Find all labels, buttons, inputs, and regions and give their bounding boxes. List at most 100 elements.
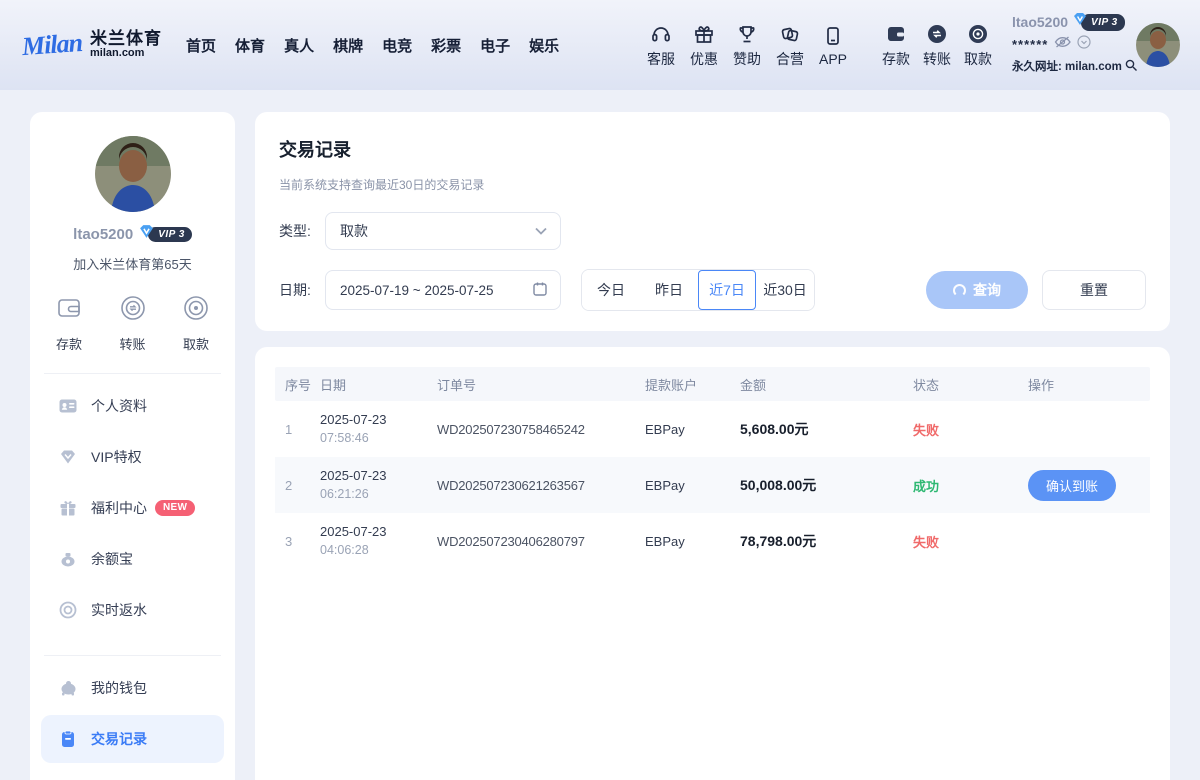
rebate-circle-icon — [58, 600, 78, 620]
magnifier-icon[interactable] — [1124, 57, 1138, 79]
deposit-button[interactable]: 存款 — [876, 22, 916, 69]
money-bag-icon — [58, 549, 78, 569]
new-badge: NEW — [155, 500, 195, 516]
sponsor-button[interactable]: 赞助 — [726, 22, 768, 69]
status-badge: 失败 — [913, 420, 1028, 439]
piggy-bank-icon — [58, 678, 78, 698]
row-time: 07:58:46 — [320, 429, 437, 447]
sidebar-item-vip[interactable]: VIP特权 — [30, 431, 235, 482]
logo-cn-text: 米兰体育 — [90, 30, 162, 48]
profile-vip-badge[interactable]: VIP 3 — [138, 224, 192, 245]
date-range-input[interactable]: 2025-07-19 ~ 2025-07-25 — [325, 270, 561, 310]
nav-lottery[interactable]: 彩票 — [431, 35, 461, 56]
nav-sports[interactable]: 体育 — [235, 35, 265, 56]
sidebar-item-bets[interactable]: 投注记录 — [30, 765, 235, 780]
page-title: 交易记录 — [279, 136, 1146, 162]
sidebar-item-wallet[interactable]: 我的钱包 — [30, 662, 235, 713]
query-button[interactable]: 查询 — [926, 271, 1028, 309]
sidebar: ltao5200 VIP 3 加入米兰体育第65天 存款 — [30, 112, 235, 780]
date-range-value: 2025-07-19 ~ 2025-07-25 — [340, 283, 494, 298]
user-avatar[interactable] — [1136, 23, 1180, 67]
nav-esports[interactable]: 电竞 — [382, 35, 412, 56]
sidebar-deposit-button[interactable]: 存款 — [54, 293, 84, 353]
username-text: ltao5200 — [1012, 13, 1068, 32]
table-row: 3 2025-07-23 04:06:28 WD2025072304062807… — [275, 513, 1150, 569]
col-status: 状态 — [913, 375, 1028, 394]
row-order-no: WD202507230758465242 — [437, 422, 645, 437]
table-row: 2 2025-07-23 06:21:26 WD2025072306212635… — [275, 457, 1150, 513]
vip-badge[interactable]: VIP 3 — [1072, 12, 1125, 34]
date-label: 日期: — [279, 280, 325, 300]
nav-home[interactable]: 首页 — [186, 35, 216, 56]
transfer-outline-icon — [118, 293, 148, 328]
phone-icon — [821, 24, 845, 48]
status-badge: 失败 — [913, 532, 1028, 551]
range-today-button[interactable]: 今日 — [582, 270, 640, 310]
date-range-presets: 今日 昨日 近7日 近30日 — [581, 269, 815, 311]
refresh-circle-icon[interactable] — [1077, 34, 1091, 56]
row-amount: 5,608.00元 — [740, 419, 913, 439]
sidebar-item-yuebao[interactable]: 余额宝 — [30, 533, 235, 584]
nav-cards[interactable]: 棋牌 — [333, 35, 363, 56]
filter-card: 交易记录 当前系统支持查询最近30日的交易记录 类型: 取款 日期: 2025-… — [255, 112, 1170, 331]
trophy-icon — [735, 22, 759, 46]
table-header-row: 序号 日期 订单号 提款账户 金额 状态 操作 — [275, 367, 1150, 401]
calendar-icon — [532, 281, 548, 300]
main-nav: 首页 体育 真人 棋牌 电竞 彩票 电子 娱乐 — [186, 35, 559, 56]
profile-avatar[interactable] — [95, 136, 171, 212]
partner-button[interactable]: 合营 — [769, 22, 811, 69]
row-date: 2025-07-23 — [320, 467, 437, 486]
transaction-doc-icon — [58, 729, 78, 749]
masked-balance: ****** — [1012, 36, 1048, 54]
withdraw-outline-icon — [181, 293, 211, 328]
nav-live[interactable]: 真人 — [284, 35, 314, 56]
col-amount: 金额 — [740, 375, 913, 394]
page-subtitle: 当前系统支持查询最近30日的交易记录 — [279, 176, 1146, 193]
sidebar-withdraw-button[interactable]: 取款 — [181, 293, 211, 353]
eye-slash-icon[interactable] — [1054, 34, 1071, 56]
reset-button[interactable]: 重置 — [1042, 270, 1146, 310]
withdraw-button[interactable]: 取款 — [958, 22, 998, 69]
row-amount: 50,008.00元 — [740, 475, 913, 495]
col-account: 提款账户 — [645, 375, 740, 394]
row-amount: 78,798.00元 — [740, 531, 913, 551]
status-badge: 成功 — [913, 476, 1028, 495]
type-label: 类型: — [279, 221, 325, 241]
id-card-icon — [58, 396, 78, 416]
diamond-icon — [58, 447, 78, 467]
brand-logo[interactable]: Milan 米兰体育 milan.com — [22, 30, 162, 60]
withdraw-icon — [966, 22, 990, 46]
gift-box-icon — [58, 498, 78, 518]
nav-entertainment[interactable]: 娱乐 — [529, 35, 559, 56]
range-30days-button[interactable]: 近30日 — [756, 270, 814, 310]
row-account: EBPay — [645, 478, 740, 493]
sidebar-item-profile[interactable]: 个人资料 — [30, 380, 235, 431]
chevron-down-icon — [534, 223, 548, 239]
sidebar-transfer-button[interactable]: 转账 — [118, 293, 148, 353]
promo-button[interactable]: 优惠 — [683, 22, 725, 69]
sidebar-item-benefits[interactable]: 福利中心 NEW — [30, 482, 235, 533]
confirm-receipt-button[interactable]: 确认到账 — [1028, 470, 1116, 501]
row-account: EBPay — [645, 534, 740, 549]
wallet-outline-icon — [54, 293, 84, 328]
sidebar-item-rebate[interactable]: 实时返水 — [30, 584, 235, 635]
user-info-block: ltao5200 VIP 3 ****** — [1012, 12, 1130, 79]
row-order-no: WD202507230406280797 — [437, 534, 645, 549]
nav-slots[interactable]: 电子 — [480, 35, 510, 56]
sidebar-item-transactions[interactable]: 交易记录 — [41, 715, 224, 763]
service-button[interactable]: 客服 — [640, 22, 682, 69]
range-7days-button[interactable]: 近7日 — [698, 270, 756, 310]
transfer-icon — [925, 22, 949, 46]
row-date: 2025-07-23 — [320, 523, 437, 542]
row-account: EBPay — [645, 422, 740, 437]
transfer-button[interactable]: 转账 — [917, 22, 957, 69]
range-yesterday-button[interactable]: 昨日 — [640, 270, 698, 310]
type-select[interactable]: 取款 — [325, 212, 561, 250]
row-date: 2025-07-23 — [320, 411, 437, 430]
headset-icon — [649, 22, 673, 46]
col-order: 订单号 — [437, 375, 645, 394]
vip-diamond-icon — [1072, 12, 1088, 34]
row-time: 06:21:26 — [320, 485, 437, 503]
app-button[interactable]: APP — [812, 24, 854, 67]
profile-username: ltao5200 — [73, 226, 133, 243]
